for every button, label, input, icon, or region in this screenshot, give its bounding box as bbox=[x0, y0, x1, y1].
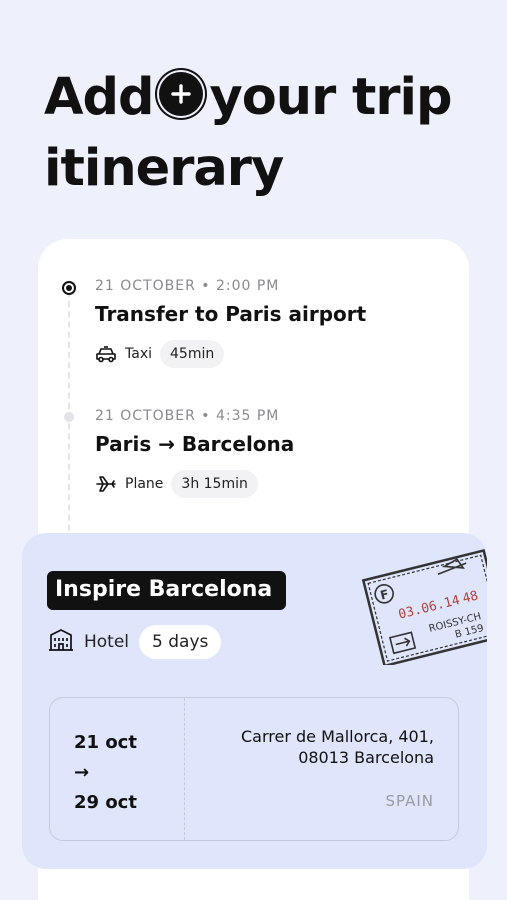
hotel-icon bbox=[48, 628, 74, 657]
headline-line1-end: your trip bbox=[209, 68, 452, 127]
stay-length-badge: 5 days bbox=[139, 625, 222, 659]
hotel-card[interactable]: Inspire Barcelona Hotel 5 days F 03.06.1… bbox=[22, 533, 487, 869]
transport-mode: Taxi bbox=[125, 346, 152, 362]
hotel-name: Inspire Barcelona bbox=[47, 571, 287, 610]
stay-details: 21 oct → 29 oct Carrer de Mallorca, 401,… bbox=[49, 697, 459, 841]
check-in-date: 21 oct bbox=[74, 732, 137, 753]
stamp-letter: F bbox=[379, 587, 390, 603]
taxi-icon bbox=[95, 345, 117, 363]
details-divider bbox=[184, 698, 185, 840]
event-meta: Plane 3h 15min bbox=[95, 470, 455, 498]
address-line-2: 08013 Barcelona bbox=[298, 748, 434, 767]
check-out-date: 29 oct bbox=[74, 792, 137, 813]
page-headline: Add your trip itinerary bbox=[44, 62, 504, 204]
passport-stamp: F 03.06.14 48 ROISSY-CH B 159 bbox=[361, 548, 487, 665]
stay-dates: 21 oct → 29 oct bbox=[74, 728, 137, 818]
timeline-dot bbox=[64, 412, 74, 422]
timeline-event-transfer[interactable]: 21 OCTOBER • 2:00 PM Transfer to Paris a… bbox=[95, 278, 455, 368]
plane-icon bbox=[95, 475, 117, 493]
hotel-meta: Hotel 5 days bbox=[48, 625, 222, 659]
timeline-event-flight[interactable]: 21 OCTOBER • 4:35 PM Paris → Barcelona P… bbox=[95, 408, 455, 498]
accommodation-type: Hotel bbox=[84, 632, 130, 652]
event-title: Paris → Barcelona bbox=[95, 432, 295, 456]
plus-circle-icon[interactable] bbox=[159, 72, 204, 116]
event-date: 21 OCTOBER • 4:35 PM bbox=[95, 408, 280, 424]
duration-badge: 45min bbox=[160, 340, 225, 368]
headline-line2: itinerary bbox=[44, 139, 284, 198]
event-date: 21 OCTOBER • 2:00 PM bbox=[95, 278, 280, 294]
hotel-country: SPAIN bbox=[385, 792, 434, 810]
address-line-1: Carrer de Mallorca, 401, bbox=[240, 727, 434, 746]
event-title: Transfer to Paris airport bbox=[95, 302, 367, 326]
event-meta: Taxi 45min bbox=[95, 340, 455, 368]
hotel-address: Carrer de Mallorca, 401, 08013 Barcelona bbox=[194, 726, 434, 768]
duration-badge: 3h 15min bbox=[171, 470, 258, 498]
arrow-right-icon: → bbox=[74, 762, 90, 783]
headline-line1-start: Add bbox=[44, 68, 154, 127]
transport-mode: Plane bbox=[125, 476, 164, 492]
timeline-dot-active bbox=[62, 281, 76, 295]
stamp-number: 48 bbox=[461, 588, 480, 606]
